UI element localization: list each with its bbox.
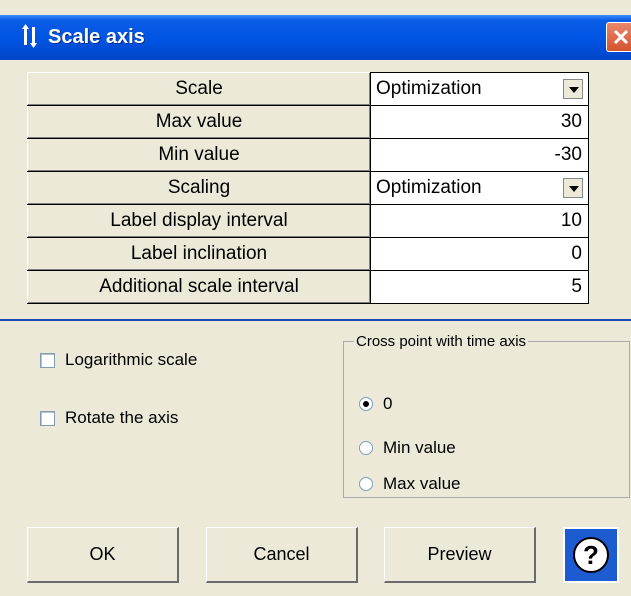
- cancel-button[interactable]: Cancel: [206, 527, 358, 583]
- label-inclination-field[interactable]: 0: [370, 237, 589, 271]
- scale-axis-dialog: Scale axis Scale Optimization Max value …: [0, 0, 631, 596]
- radio-max-value-label: Max value: [383, 474, 461, 493]
- ok-button[interactable]: OK: [27, 527, 179, 583]
- checkbox-box[interactable]: [40, 352, 55, 368]
- scale-value: Optimization: [376, 78, 482, 99]
- label-display-interval-field[interactable]: 10: [370, 204, 589, 238]
- rotate-axis-checkbox[interactable]: Rotate the axis: [40, 408, 178, 428]
- divider: [0, 319, 631, 321]
- cross-point-legend: Cross point with time axis: [356, 333, 527, 350]
- max-value-field[interactable]: 30: [370, 105, 589, 139]
- chevron-down-icon[interactable]: [563, 178, 583, 198]
- chevron-down-icon[interactable]: [563, 79, 583, 99]
- additional-scale-interval-label: Additional scale interval: [27, 270, 371, 304]
- table-row: Scaling Optimization: [27, 171, 589, 205]
- scaling-label: Scaling: [27, 171, 371, 205]
- scale-settings-grid: Scale Optimization Max value 30 Min valu…: [27, 72, 589, 304]
- help-icon: ?: [573, 537, 609, 573]
- table-row: Scale Optimization: [27, 72, 589, 106]
- additional-scale-interval-field[interactable]: 5: [370, 270, 589, 304]
- close-button[interactable]: [606, 22, 631, 52]
- scale-dropdown[interactable]: Optimization: [370, 72, 589, 106]
- radio-max-value[interactable]: Max value: [359, 474, 460, 494]
- table-row: Max value 30: [27, 105, 589, 139]
- checkbox-box[interactable]: [40, 410, 55, 426]
- cross-point-group: Cross point with time axis 0 Min value M…: [343, 333, 630, 498]
- scaling-dropdown[interactable]: Optimization: [370, 171, 589, 205]
- table-row: Additional scale interval 5: [27, 270, 589, 304]
- table-row: Min value -30: [27, 138, 589, 172]
- preview-button[interactable]: Preview: [384, 527, 536, 583]
- radio-button[interactable]: [359, 441, 373, 455]
- max-value-label: Max value: [27, 105, 371, 139]
- help-button[interactable]: ?: [563, 527, 619, 583]
- radio-min-value[interactable]: Min value: [359, 438, 456, 458]
- scaling-value: Optimization: [376, 177, 482, 198]
- radio-button[interactable]: [359, 477, 373, 491]
- table-row: Label display interval 10: [27, 204, 589, 238]
- logarithmic-scale-label: Logarithmic scale: [65, 350, 198, 369]
- radio-zero-label: 0: [383, 394, 393, 413]
- window-title: Scale axis: [48, 26, 145, 48]
- min-value-label: Min value: [27, 138, 371, 172]
- label-inclination-label: Label inclination: [27, 237, 371, 271]
- min-value-field[interactable]: -30: [370, 138, 589, 172]
- logarithmic-scale-checkbox[interactable]: Logarithmic scale: [40, 350, 197, 370]
- table-row: Label inclination 0: [27, 237, 589, 271]
- title-bar: Scale axis: [0, 15, 631, 60]
- label-display-interval-label: Label display interval: [27, 204, 371, 238]
- radio-button[interactable]: [359, 397, 373, 411]
- svg-text:?: ?: [583, 540, 599, 570]
- rotate-axis-label: Rotate the axis: [65, 408, 179, 427]
- close-icon: [613, 29, 629, 45]
- radio-zero[interactable]: 0: [359, 394, 392, 414]
- axis-arrows-icon: [20, 24, 40, 48]
- scale-label: Scale: [27, 72, 371, 106]
- radio-min-value-label: Min value: [383, 438, 456, 457]
